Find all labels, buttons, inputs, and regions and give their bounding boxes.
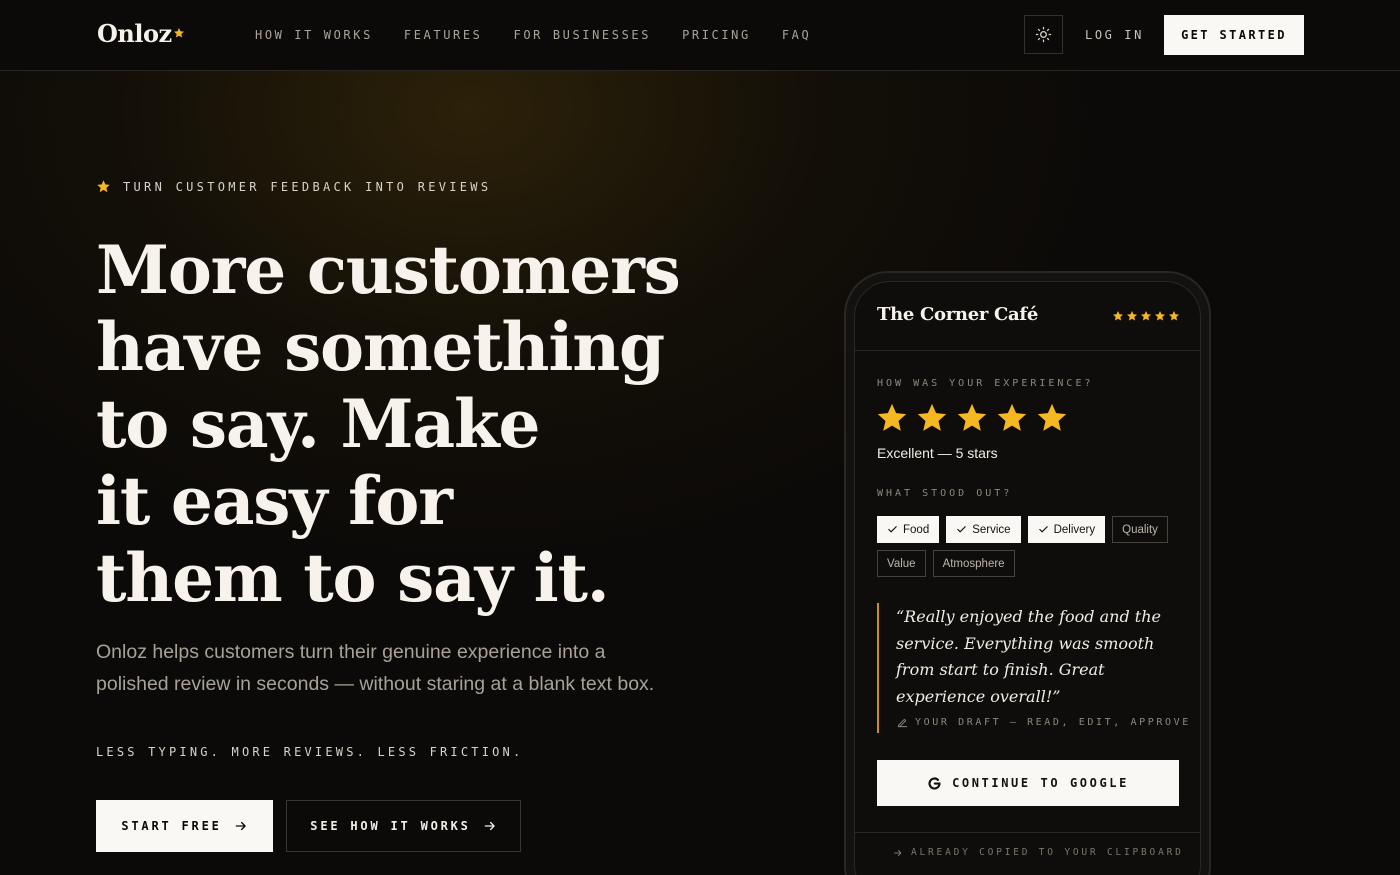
- chip-label: Delivery: [1053, 523, 1096, 536]
- nav-link-how-it-works[interactable]: HOW IT WORKS: [255, 28, 373, 42]
- chip-label: Quality: [1122, 523, 1158, 536]
- pencil-icon: [897, 718, 908, 728]
- star-icon: [1169, 311, 1179, 321]
- rating-star-5[interactable]: [1035, 401, 1069, 435]
- headline-line: to say. Make: [96, 385, 540, 463]
- phone-mockup: The Corner Café HOW WAS YOUR EXPERIENCE?…: [844, 271, 1211, 875]
- chip-label: Service: [972, 523, 1011, 536]
- chip-quality[interactable]: Quality: [1112, 516, 1168, 543]
- continue-to-google-label: CONTINUE TO GOOGLE: [952, 776, 1129, 790]
- arrow-right-icon: [894, 849, 902, 856]
- card-header: The Corner Café: [855, 282, 1200, 351]
- logo-star-icon: [174, 28, 184, 38]
- chip-label: Value: [887, 557, 916, 570]
- chip-delivery[interactable]: Delivery: [1027, 516, 1106, 543]
- google-icon: [928, 776, 941, 790]
- chip-food[interactable]: Food: [877, 516, 940, 543]
- highlight-chips: Food Service Delivery Quality Value Atmo…: [877, 516, 1177, 577]
- hero-subtext: Onloz helps customers turn their genuine…: [96, 641, 655, 695]
- theme-toggle-button[interactable]: [1024, 15, 1063, 54]
- eyebrow-text: TURN CUSTOMER FEEDBACK INTO REVIEWS: [123, 179, 492, 194]
- clipboard-note: ALREADY COPIED TO YOUR CLIPBOARD: [893, 847, 1184, 858]
- draft-note-text: YOUR DRAFT — READ, EDIT, APPROVE: [915, 717, 1191, 728]
- nav-link-pricing[interactable]: PRICING: [682, 28, 751, 42]
- headline-line: them to say it.: [96, 539, 610, 617]
- star-icon: [1127, 311, 1137, 321]
- get-started-button[interactable]: GET STARTED: [1164, 15, 1304, 55]
- review-draft[interactable]: “Really enjoyed the food and the service…: [896, 604, 1181, 710]
- arrow-right-icon: [235, 821, 246, 831]
- star-rating-input: [875, 401, 1069, 435]
- nav-link-faq[interactable]: FAQ: [782, 28, 811, 42]
- check-icon: [1038, 526, 1048, 533]
- chip-label: Atmosphere: [942, 557, 1005, 570]
- clipboard-note-text: ALREADY COPIED TO YOUR CLIPBOARD: [911, 847, 1184, 858]
- headline-line: have something: [96, 308, 665, 386]
- login-link[interactable]: LOG IN: [1085, 28, 1144, 42]
- star-icon: [1113, 311, 1123, 321]
- rating-star-2[interactable]: [915, 401, 949, 435]
- chip-atmosphere[interactable]: Atmosphere: [932, 550, 1015, 577]
- hero-headline: More customers have something to say. Ma…: [96, 232, 716, 617]
- check-icon: [957, 526, 966, 533]
- sun-icon: [1035, 26, 1052, 43]
- start-free-button[interactable]: START FREE: [96, 800, 273, 852]
- rating-star-4[interactable]: [995, 401, 1029, 435]
- quote-accent-bar: [877, 603, 879, 733]
- rating-star-1[interactable]: [875, 401, 909, 435]
- top-nav: Onloz HOW IT WORKS FEATURES FOR BUSINESS…: [0, 0, 1400, 71]
- continue-to-google-button[interactable]: CONTINUE TO GOOGLE: [877, 760, 1179, 806]
- star-icon: [97, 180, 110, 193]
- hero-tagline: LESS TYPING. MORE REVIEWS. LESS FRICTION…: [96, 745, 524, 759]
- nav-link-for-businesses[interactable]: FOR BUSINESSES: [514, 28, 652, 42]
- star-icon: [1141, 311, 1151, 321]
- rating-star-3[interactable]: [955, 401, 989, 435]
- hero-eyebrow: TURN CUSTOMER FEEDBACK INTO REVIEWS: [96, 179, 491, 194]
- rating-text: Excellent — 5 stars: [877, 445, 998, 461]
- header-rating: [1112, 310, 1180, 322]
- stood-out-label: WHAT STOOD OUT?: [877, 488, 1013, 499]
- chip-value[interactable]: Value: [877, 550, 926, 577]
- see-how-it-works-button[interactable]: SEE HOW IT WORKS: [286, 800, 521, 852]
- see-how-it-works-label: SEE HOW IT WORKS: [310, 819, 471, 833]
- star-icon: [1155, 311, 1165, 321]
- draft-note: YOUR DRAFT — READ, EDIT, APPROVE: [897, 717, 1191, 728]
- review-card: The Corner Café HOW WAS YOUR EXPERIENCE?…: [854, 281, 1201, 875]
- arrow-right-icon: [484, 821, 495, 831]
- check-icon: [888, 526, 897, 533]
- business-name: The Corner Café: [877, 304, 1038, 325]
- headline-line: More customers: [96, 231, 681, 309]
- chip-service[interactable]: Service: [946, 516, 1021, 543]
- headline-line: it easy for: [96, 462, 453, 540]
- start-free-label: START FREE: [121, 819, 222, 833]
- chip-label: Food: [903, 523, 930, 536]
- nav-links: HOW IT WORKS FEATURES FOR BUSINESSES PRI…: [255, 28, 842, 42]
- experience-label: HOW WAS YOUR EXPERIENCE?: [877, 378, 1094, 389]
- card-footer: ALREADY COPIED TO YOUR CLIPBOARD: [855, 832, 1200, 875]
- nav-link-features[interactable]: FEATURES: [404, 28, 483, 42]
- logo[interactable]: Onloz: [97, 19, 172, 48]
